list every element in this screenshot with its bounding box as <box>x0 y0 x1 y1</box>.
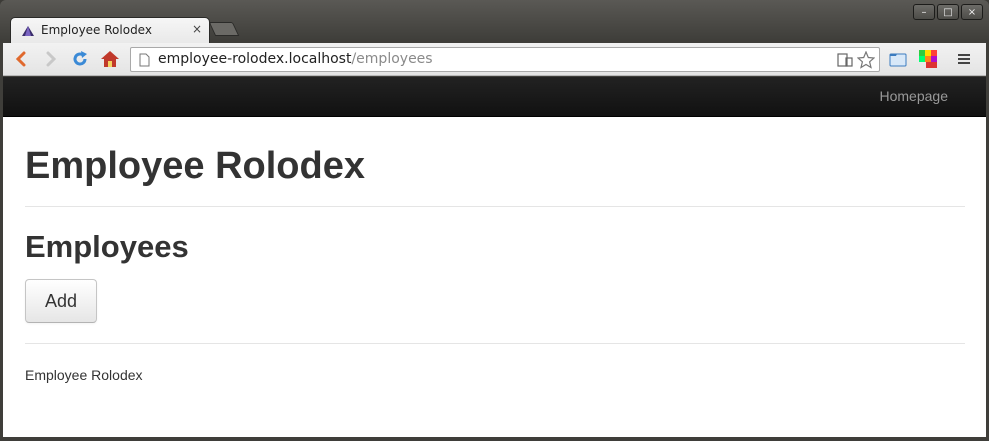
close-window-button[interactable]: × <box>961 4 983 20</box>
reload-icon[interactable] <box>69 48 91 70</box>
star-icon[interactable] <box>857 51 875 69</box>
extension-color-icon[interactable] <box>917 48 939 70</box>
browser-toolbar: employee-rolodex.localhost/employees <box>3 43 986 76</box>
divider <box>25 343 965 344</box>
back-arrow-icon[interactable] <box>10 48 32 70</box>
page-title: Employee Rolodex <box>25 145 365 187</box>
add-button[interactable]: Add <box>25 279 97 323</box>
page-icon <box>139 53 150 67</box>
tab-close-icon[interactable]: × <box>190 22 204 36</box>
divider <box>25 206 965 207</box>
window-controls: – □ × <box>913 4 983 20</box>
browser-tab[interactable]: Employee Rolodex × <box>10 17 210 43</box>
address-bar[interactable]: employee-rolodex.localhost/employees <box>130 47 880 72</box>
home-icon[interactable] <box>99 48 121 70</box>
forward-arrow-icon[interactable] <box>40 48 62 70</box>
hamburger-menu-icon[interactable] <box>953 48 975 70</box>
maximize-button[interactable]: □ <box>937 4 959 20</box>
extension-folder-icon[interactable] <box>887 48 909 70</box>
section-heading: Employees <box>25 229 189 264</box>
footer-text: Employee Rolodex <box>25 367 143 383</box>
url-host: employee-rolodex.localhost <box>158 51 352 67</box>
browser-window: – □ × Employee Rolodex × employee-rolode… <box>0 0 989 441</box>
minimize-button[interactable]: – <box>913 4 935 20</box>
new-tab-button[interactable] <box>208 22 240 36</box>
nav-link-homepage[interactable]: Homepage <box>880 88 949 104</box>
url-text: employee-rolodex.localhost/employees <box>158 51 433 67</box>
url-path: /employees <box>351 51 433 67</box>
favicon-icon <box>22 26 34 36</box>
page-viewport: Homepage Employee Rolodex Employees Add … <box>3 77 986 437</box>
page-action-icon[interactable] <box>837 52 853 68</box>
tab-title: Employee Rolodex <box>41 23 152 37</box>
site-navbar: Homepage <box>3 77 986 117</box>
